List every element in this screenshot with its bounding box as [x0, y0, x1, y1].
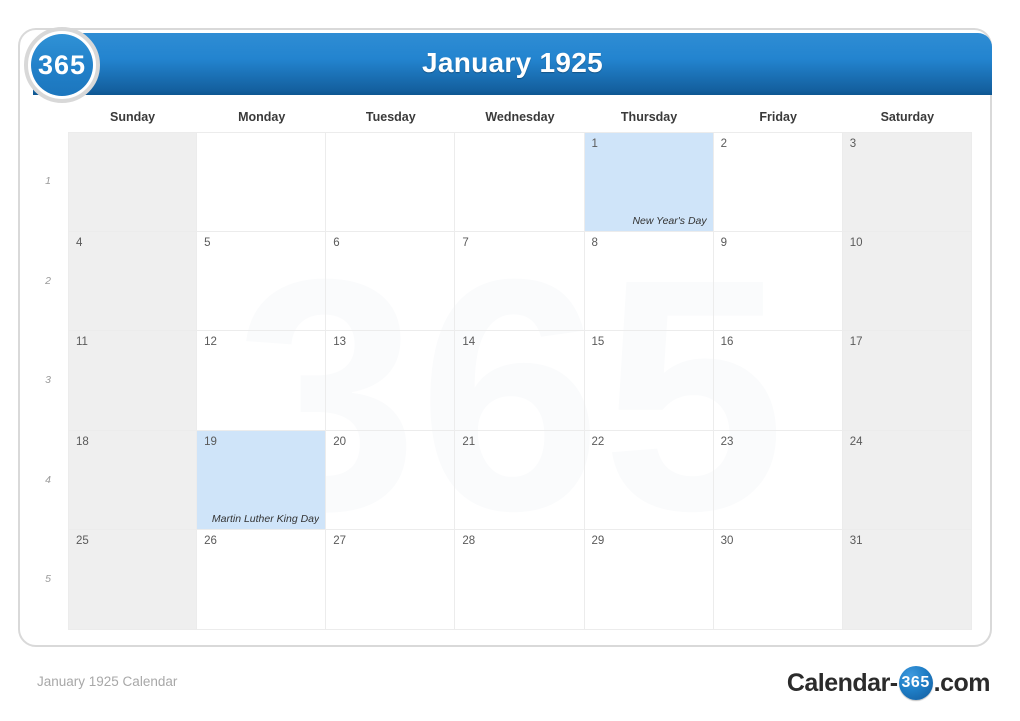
day-number: 24: [849, 435, 863, 448]
day-number: 9: [720, 236, 728, 249]
day-number: 30: [720, 535, 734, 548]
day-cell-25[interactable]: 25: [68, 530, 198, 630]
weekday-header-saturday: Saturday: [880, 110, 935, 124]
week-number-column: 1 2 3 4 5: [30, 132, 66, 630]
brand-365-badge: 365: [898, 666, 933, 700]
day-cell-16[interactable]: 16: [713, 331, 843, 431]
day-cell-14[interactable]: 14: [455, 331, 585, 431]
day-cell-23[interactable]: 23: [713, 430, 843, 531]
day-cell-30[interactable]: 30: [713, 530, 843, 630]
day-cell-2[interactable]: 2: [713, 132, 843, 232]
day-cell-21[interactable]: 21: [455, 430, 585, 531]
day-number: 16: [720, 336, 734, 349]
day-cell-15[interactable]: 15: [584, 331, 714, 431]
day-number: 13: [333, 336, 347, 349]
day-cell-18[interactable]: 18: [68, 430, 198, 531]
day-number: 5: [204, 236, 211, 249]
day-number: 7: [462, 236, 469, 249]
day-cell-17[interactable]: 17: [842, 331, 972, 431]
page-title: January 1925: [421, 47, 604, 78]
day-number: 11: [76, 336, 88, 349]
day-cell-4[interactable]: 4: [68, 231, 198, 332]
day-cell-7[interactable]: 7: [455, 231, 585, 332]
day-number: 20: [333, 435, 347, 448]
weekday-header-friday: Friday: [759, 110, 797, 124]
day-number: 19: [204, 435, 217, 448]
day-number: 23: [720, 435, 734, 448]
weekday-header-thursday: Thursday: [620, 110, 678, 124]
day-number: 26: [204, 535, 217, 548]
day-number: 28: [462, 535, 476, 548]
week-number: 5: [45, 573, 51, 586]
weekday-header-tuesday: Tuesday: [365, 110, 416, 124]
day-number: 15: [591, 336, 605, 349]
weekday-header-monday: Monday: [238, 110, 286, 124]
day-cell-27[interactable]: 27: [326, 530, 456, 630]
day-cell-empty: [326, 132, 456, 232]
day-event-label: Martin Luther King Day: [211, 513, 320, 526]
day-cell-6[interactable]: 6: [326, 231, 456, 332]
week-number: 3: [45, 374, 51, 387]
calendar-week-row: 1 New Year's Day 2 3: [68, 132, 972, 232]
weekday-header-wednesday: Wednesday: [485, 110, 555, 124]
day-number: 8: [591, 236, 598, 249]
day-number: 27: [333, 535, 347, 548]
day-cell-empty: [197, 132, 327, 232]
day-number: 22: [591, 435, 605, 448]
day-cell-empty: [455, 132, 585, 232]
week-number: 2: [45, 274, 51, 287]
day-cell-29[interactable]: 29: [584, 530, 714, 630]
day-cell-11[interactable]: 11: [68, 331, 198, 431]
logo-365-label: 365: [31, 34, 93, 96]
day-number: 31: [849, 535, 863, 548]
day-number: 21: [462, 435, 476, 448]
day-cell-19[interactable]: 19 Martin Luther King Day: [197, 430, 327, 531]
calendar-week-row: 4 5 6 7 8 9 10: [68, 231, 972, 332]
day-number: 1: [591, 138, 598, 150]
day-cell-9[interactable]: 9: [713, 231, 843, 332]
calendar-week-row: 11 12 13 14 15 16 17: [68, 331, 972, 431]
calendar-week-row: 25 26 27 28 29 30 31: [68, 530, 972, 630]
weekday-header-sunday: Sunday: [109, 110, 156, 124]
day-cell-5[interactable]: 5: [197, 231, 327, 332]
day-number: 18: [76, 435, 89, 448]
day-number: 2: [720, 138, 728, 150]
day-number: 17: [849, 336, 863, 349]
day-number: 6: [333, 236, 340, 249]
week-number: 1: [45, 175, 51, 187]
day-cell-8[interactable]: 8: [584, 231, 714, 332]
day-number: 4: [76, 236, 83, 249]
day-event-label: New Year's Day: [632, 214, 707, 227]
day-cell-24[interactable]: 24: [842, 430, 972, 531]
day-cell-20[interactable]: 20: [326, 430, 456, 531]
brand-logo[interactable]: Calendar- 365 .com: [786, 666, 991, 700]
day-cell-1[interactable]: 1 New Year's Day: [584, 132, 714, 232]
day-cell-26[interactable]: 26: [197, 530, 327, 630]
day-number: 29: [591, 535, 605, 548]
calendar-week-row: 18 19 Martin Luther King Day 20 21 22 23 24: [68, 430, 972, 531]
day-cell-31[interactable]: 31: [842, 530, 972, 630]
day-number: 25: [76, 535, 89, 548]
day-cell-13[interactable]: 13: [326, 331, 456, 431]
day-cell-28[interactable]: 28: [455, 530, 585, 630]
day-number: 12: [204, 336, 217, 349]
day-cell-10[interactable]: 10: [842, 231, 972, 332]
footer-caption: January 1925 Calendar: [37, 674, 178, 689]
weekday-header-row: Sunday Monday Tuesday Wednesday Thursday Frid…: [68, 110, 972, 124]
day-number: 14: [462, 336, 476, 349]
day-number: 10: [849, 236, 863, 249]
day-cell-22[interactable]: 22: [584, 430, 714, 531]
calendar-page: 365 January 1925 365 SundayMondayTuesday…: [0, 0, 1020, 721]
day-number: 3: [849, 138, 857, 150]
brand-suffix: .com: [933, 668, 991, 697]
brand-prefix: Calendar-: [786, 668, 898, 697]
day-cell-empty: [68, 132, 198, 232]
day-cell-12[interactable]: 12: [197, 331, 327, 431]
calendar-grid: 1 New Year's Day 2 3 4 5 6 7 8 9 10 11 12 13 14 15 16 17 1…: [68, 132, 972, 630]
title-bar: January 1925: [33, 33, 992, 95]
logo-365-badge: 365: [24, 27, 100, 103]
week-number: 4: [45, 473, 51, 486]
day-cell-3[interactable]: 3: [842, 132, 972, 232]
